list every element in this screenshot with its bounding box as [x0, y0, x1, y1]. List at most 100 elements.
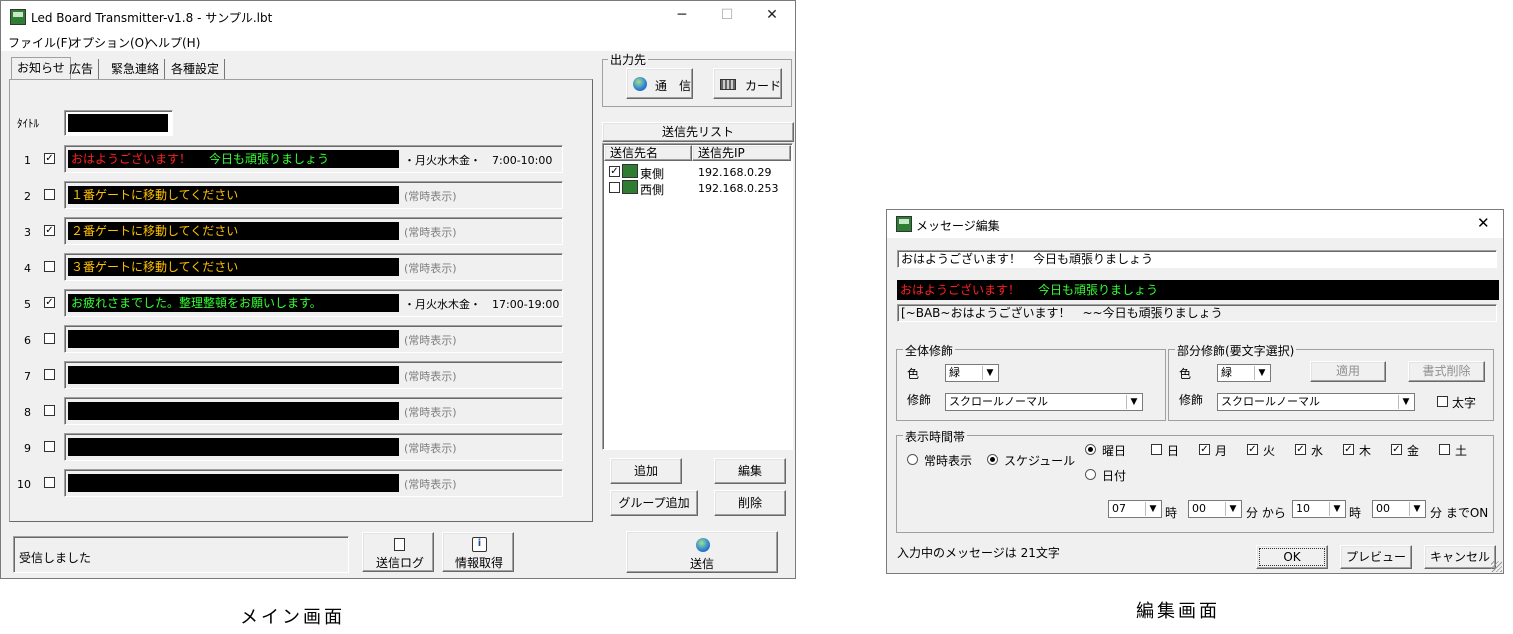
message-display [68, 330, 399, 348]
message-display [68, 474, 399, 492]
row-checkbox[interactable] [44, 189, 55, 200]
menu-options[interactable]: オプション(O) [70, 34, 149, 51]
end-hour-select[interactable]: 10 ▼ [1292, 500, 1346, 518]
comm-button[interactable]: 通 信 [626, 68, 693, 99]
close-button[interactable]: ✕ [749, 1, 795, 29]
edit-button[interactable]: 編集 [714, 458, 786, 484]
app-icon [896, 216, 912, 232]
day-checkbox[interactable]: ✓ [1295, 444, 1306, 455]
ok-button[interactable]: OK [1256, 545, 1328, 569]
app-icon [10, 9, 26, 25]
dest-name[interactable]: 西側 [640, 181, 664, 198]
code-field[interactable]: [~BAB~おはようございます！ ~~今日も頑張りましょう [897, 304, 1497, 322]
clear-format-button[interactable]: 書式削除 [1408, 361, 1485, 382]
always-label: 常時表示 [924, 454, 973, 468]
menu-file[interactable]: ファイル(F) [8, 34, 72, 51]
edit-caption: 編集画面 [1136, 601, 1220, 622]
row-checkbox[interactable]: ✓ [44, 297, 55, 308]
tab-ads[interactable]: 広告 [64, 59, 100, 79]
whole-deco-value: スクロールノーマル [949, 395, 1048, 408]
message-display: ３番ゲートに移動してください [68, 258, 399, 276]
partial-color-select[interactable]: 緑 ▼ [1217, 364, 1271, 382]
menu-bar: ファイル(F) オプション(O) ヘルプ(H) [1, 31, 795, 51]
message-field[interactable]: お疲れさまでした。整理整頓をお願いします。 ・月火水木金・ 17:00-19:00 [64, 289, 563, 317]
day-checkbox[interactable] [1151, 444, 1162, 455]
chevron-down-icon: ▼ [1409, 502, 1424, 516]
message-field[interactable]: ３番ゲートに移動してください (常時表示) [64, 253, 563, 281]
minimize-button[interactable]: ─ [659, 1, 705, 29]
day-checkbox[interactable] [1439, 444, 1450, 455]
maximize-button[interactable]: ☐ [704, 1, 750, 29]
weekday-radio[interactable] [1085, 444, 1096, 455]
row-checkbox[interactable] [44, 261, 55, 272]
start-hour-select[interactable]: 07 ▼ [1108, 500, 1162, 518]
day-checkbox[interactable]: ✓ [1343, 444, 1354, 455]
dest-checkbox[interactable] [609, 182, 620, 193]
end-hour-unit: 時 [1349, 506, 1362, 520]
message-segment: おはようございます！ [71, 152, 192, 166]
row-checkbox[interactable] [44, 369, 55, 380]
message-field[interactable]: １番ゲートに移動してください (常時表示) [64, 181, 563, 209]
message-field[interactable]: (常時表示) [64, 433, 563, 461]
message-field[interactable]: (常時表示) [64, 397, 563, 425]
edit-close-button[interactable]: ✕ [1477, 214, 1490, 232]
dest-name[interactable]: 東側 [640, 165, 664, 182]
message-input[interactable]: おはようございます！ 今日も頑張りましょう [897, 250, 1497, 268]
apply-button[interactable]: 適用 [1310, 361, 1386, 382]
start-min-select[interactable]: 00 ▼ [1188, 500, 1242, 518]
col-dest-name[interactable]: 送信先名 [604, 145, 692, 161]
message-field[interactable]: (常時表示) [64, 361, 563, 389]
title-label: ﾀｲﾄﾙ [17, 117, 39, 130]
tab-settings[interactable]: 各種設定 [166, 59, 226, 79]
led-device-icon [622, 164, 638, 178]
preview-button[interactable]: プレビュー [1340, 545, 1412, 569]
whole-color-value: 緑 [949, 366, 960, 379]
menu-help[interactable]: ヘルプ(H) [146, 34, 200, 51]
whole-deco-field-label: 修飾 [907, 393, 932, 407]
day-label: 日 [1167, 444, 1180, 458]
row-checkbox[interactable] [44, 441, 55, 452]
row-checkbox[interactable]: ✓ [44, 225, 55, 236]
bold-checkbox[interactable] [1437, 396, 1448, 407]
message-display: お疲れさまでした。整理整頓をお願いします。 [68, 294, 399, 312]
send-button[interactable]: 送信 [626, 531, 778, 573]
whole-deco-select[interactable]: スクロールノーマル ▼ [945, 393, 1143, 411]
message-field[interactable]: (常時表示) [64, 469, 563, 497]
date-label: 日付 [1102, 469, 1127, 483]
day-checkbox[interactable]: ✓ [1391, 444, 1402, 455]
col-dest-ip[interactable]: 送信先IP [692, 145, 791, 161]
delete-button[interactable]: 削除 [714, 490, 786, 516]
dest-list[interactable]: 送信先名 送信先IP ✓ 東側 192.168.0.29 西側 192.168.0.25… [602, 143, 793, 450]
whole-color-select[interactable]: 緑 ▼ [945, 364, 999, 382]
row-checkbox[interactable] [44, 333, 55, 344]
message-field[interactable]: (常時表示) [64, 325, 563, 353]
main-window-title: Led Board Transmitter-v1.8 - サンプル.lbt [31, 11, 273, 25]
info-get-button[interactable]: i 情報取得 [442, 532, 514, 572]
schedule-radio[interactable] [987, 454, 998, 465]
dest-list-header[interactable]: 送信先リスト [602, 122, 794, 142]
date-radio[interactable] [1085, 469, 1096, 480]
day-checkbox[interactable]: ✓ [1199, 444, 1210, 455]
end-min-select[interactable]: 00 ▼ [1372, 500, 1426, 518]
message-display: おはようございます！ 今日も頑張りましょう [68, 150, 399, 168]
row-number: 7 [24, 370, 31, 383]
tab-notice[interactable]: お知らせ [11, 57, 71, 80]
card-button[interactable]: カード [713, 68, 782, 99]
day-checkbox[interactable]: ✓ [1247, 444, 1258, 455]
row-checkbox[interactable] [44, 405, 55, 416]
always-radio[interactable] [907, 454, 918, 465]
partial-deco-select[interactable]: スクロールノーマル ▼ [1217, 393, 1415, 411]
cancel-button[interactable]: キャンセル [1424, 545, 1496, 569]
message-field[interactable]: おはようございます！ 今日も頑張りましょう ・月火水木金・ 7:00-10:00 [64, 145, 563, 173]
row-checkbox[interactable] [44, 477, 55, 488]
group-add-button[interactable]: グループ追加 [610, 490, 698, 516]
add-button[interactable]: 追加 [610, 458, 682, 484]
time-group [896, 435, 1494, 533]
send-log-button[interactable]: 送信ログ [362, 532, 434, 572]
dest-checkbox[interactable]: ✓ [609, 166, 620, 177]
message-field[interactable]: ２番ゲートに移動してください (常時表示) [64, 217, 563, 245]
row-checkbox[interactable]: ✓ [44, 153, 55, 164]
resize-grip-icon[interactable] [1491, 561, 1502, 572]
tab-emergency[interactable]: 緊急連絡 [106, 59, 166, 79]
title-field[interactable] [64, 110, 173, 136]
